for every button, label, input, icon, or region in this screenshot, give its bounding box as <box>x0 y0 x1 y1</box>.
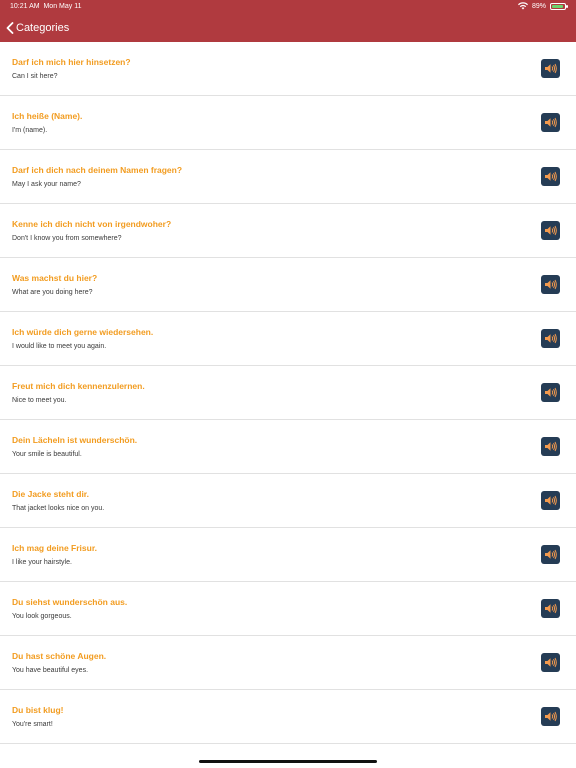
speaker-icon <box>545 657 557 668</box>
play-audio-button[interactable] <box>541 653 560 672</box>
speaker-icon <box>545 171 557 182</box>
status-date: Mon May 11 <box>43 3 82 10</box>
play-audio-button[interactable] <box>541 221 560 240</box>
play-audio-button[interactable] <box>541 329 560 348</box>
phrase-english: Your smile is beautiful. <box>12 451 82 458</box>
play-audio-button[interactable] <box>541 491 560 510</box>
list-item[interactable]: Dein Lächeln ist wunderschön. Your smile … <box>0 420 576 474</box>
partial-row-hint <box>12 755 14 765</box>
phrase-german: Ich würde dich gerne wiedersehen. <box>12 327 154 337</box>
play-audio-button[interactable] <box>541 167 560 186</box>
phrase-english: I would like to meet you again. <box>12 343 107 350</box>
phrase-german: Freut mich dich kennenzulernen. <box>12 381 145 391</box>
phrase-german: Was machst du hier? <box>12 273 98 283</box>
back-button-label: Categories <box>16 22 70 34</box>
list-item[interactable]: Ich heiße (Name). I'm (name). <box>0 96 576 150</box>
speaker-icon <box>545 711 557 722</box>
list-item[interactable]: Du hast schöne Augen. You have beautiful … <box>0 636 576 690</box>
phrase-german: Du siehst wunderschön aus. <box>12 597 128 607</box>
speaker-icon <box>545 549 557 560</box>
phrase-english: May I ask your name? <box>12 181 81 188</box>
list-item[interactable]: Darf ich dich nach deinem Namen fragen? M… <box>0 150 576 204</box>
status-right: 89% <box>517 2 568 10</box>
battery-percent: 89% <box>531 2 546 10</box>
phrase-german: Ich heiße (Name). <box>12 111 83 121</box>
list-item[interactable]: Du siehst wunderschön aus. You look gorge… <box>0 582 576 636</box>
play-audio-button[interactable] <box>541 599 560 618</box>
list-item[interactable]: Was machst du hier? What are you doing he… <box>0 258 576 312</box>
play-audio-button[interactable] <box>541 113 560 132</box>
list-item[interactable]: Freut mich dich kennenzulernen. Nice to m… <box>0 366 576 420</box>
phrase-english: You have beautiful eyes. <box>12 667 89 674</box>
phrase-english: You're smart! <box>12 721 53 728</box>
list-item[interactable]: Darf ich mich hier hinsetzen? Can I sit h… <box>0 42 576 96</box>
home-indicator <box>199 760 377 763</box>
list-item[interactable]: Ich mag deine Frisur. I like your hairsty… <box>0 528 576 582</box>
phrase-english: What are you doing here? <box>12 289 93 296</box>
phrase-english: You look gorgeous. <box>12 613 72 620</box>
speaker-icon <box>545 387 557 398</box>
phrase-german: Dein Lächeln ist wunderschön. <box>12 435 138 445</box>
phrase-english: That jacket looks nice on you. <box>12 505 105 512</box>
speaker-icon <box>545 441 557 452</box>
list-item[interactable]: Die Jacke steht dir. That jacket looks ni… <box>0 474 576 528</box>
speaker-icon <box>545 225 557 236</box>
list-item[interactable]: Du bist klug! You're smart! <box>0 690 576 744</box>
phrase-german: Du hast schöne Augen. <box>12 651 107 661</box>
status-time: 10:21 AM Mon May 11 <box>10 3 81 10</box>
speaker-icon <box>545 495 557 506</box>
speaker-icon <box>545 603 557 614</box>
phrase-german: Die Jacke steht dir. <box>12 489 90 499</box>
phrase-german: Ich mag deine Frisur. <box>12 543 98 553</box>
status-bar: 10:21 AM Mon May 11 89% <box>0 0 576 14</box>
play-audio-button[interactable] <box>541 383 560 402</box>
phrase-german: Kenne ich dich nicht von irgendwoher? <box>12 219 172 229</box>
phrase-german: Du bist klug! <box>12 705 64 715</box>
list-item[interactable]: Kenne ich dich nicht von irgendwoher? Don… <box>0 204 576 258</box>
battery-icon <box>550 2 568 10</box>
phrase-english: Can I sit here? <box>12 73 58 80</box>
play-audio-button[interactable] <box>541 59 560 78</box>
play-audio-button[interactable] <box>541 545 560 564</box>
back-button[interactable]: Categories <box>6 20 69 36</box>
play-audio-button[interactable] <box>541 707 560 726</box>
play-audio-button[interactable] <box>541 437 560 456</box>
phrase-english: Don't I know you from somewhere? <box>12 235 122 242</box>
speaker-icon <box>545 279 557 290</box>
speaker-icon <box>545 63 557 74</box>
phrase-english: I like your hairstyle. <box>12 559 72 566</box>
wifi-icon <box>517 2 528 10</box>
speaker-icon <box>545 117 557 128</box>
phrase-english: Nice to meet you. <box>12 397 67 404</box>
phrase-german: Darf ich mich hier hinsetzen? <box>12 57 131 67</box>
list-item[interactable]: Ich würde dich gerne wiedersehen. I would… <box>0 312 576 366</box>
phrase-list: Darf ich mich hier hinsetzen? Can I sit h… <box>0 42 576 744</box>
speaker-icon <box>545 333 557 344</box>
battery-level <box>552 4 563 8</box>
phrase-german: Darf ich dich nach deinem Namen fragen? <box>12 165 183 175</box>
navigation-bar: 10:21 AM Mon May 11 89% Categories <box>0 0 576 42</box>
phrase-english: I'm (name). <box>12 127 48 134</box>
status-clock: 10:21 AM <box>10 3 40 10</box>
play-audio-button[interactable] <box>541 275 560 294</box>
chevron-left-icon <box>6 22 14 34</box>
